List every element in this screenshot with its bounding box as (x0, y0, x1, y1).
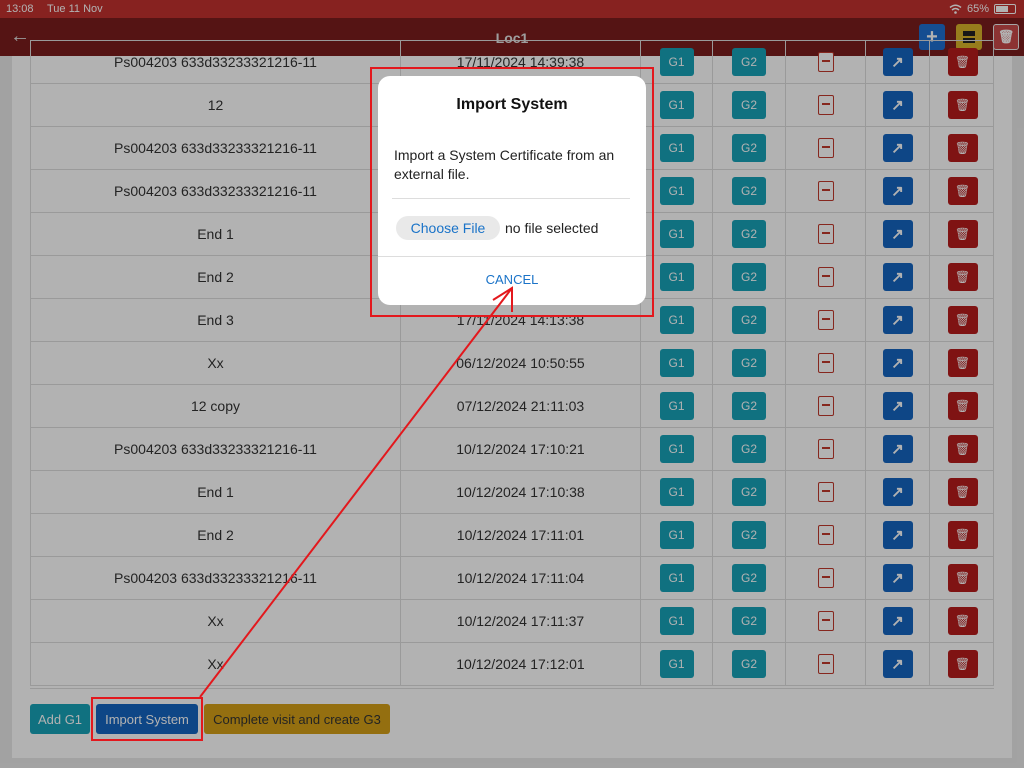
annotation-arrow (199, 286, 513, 698)
